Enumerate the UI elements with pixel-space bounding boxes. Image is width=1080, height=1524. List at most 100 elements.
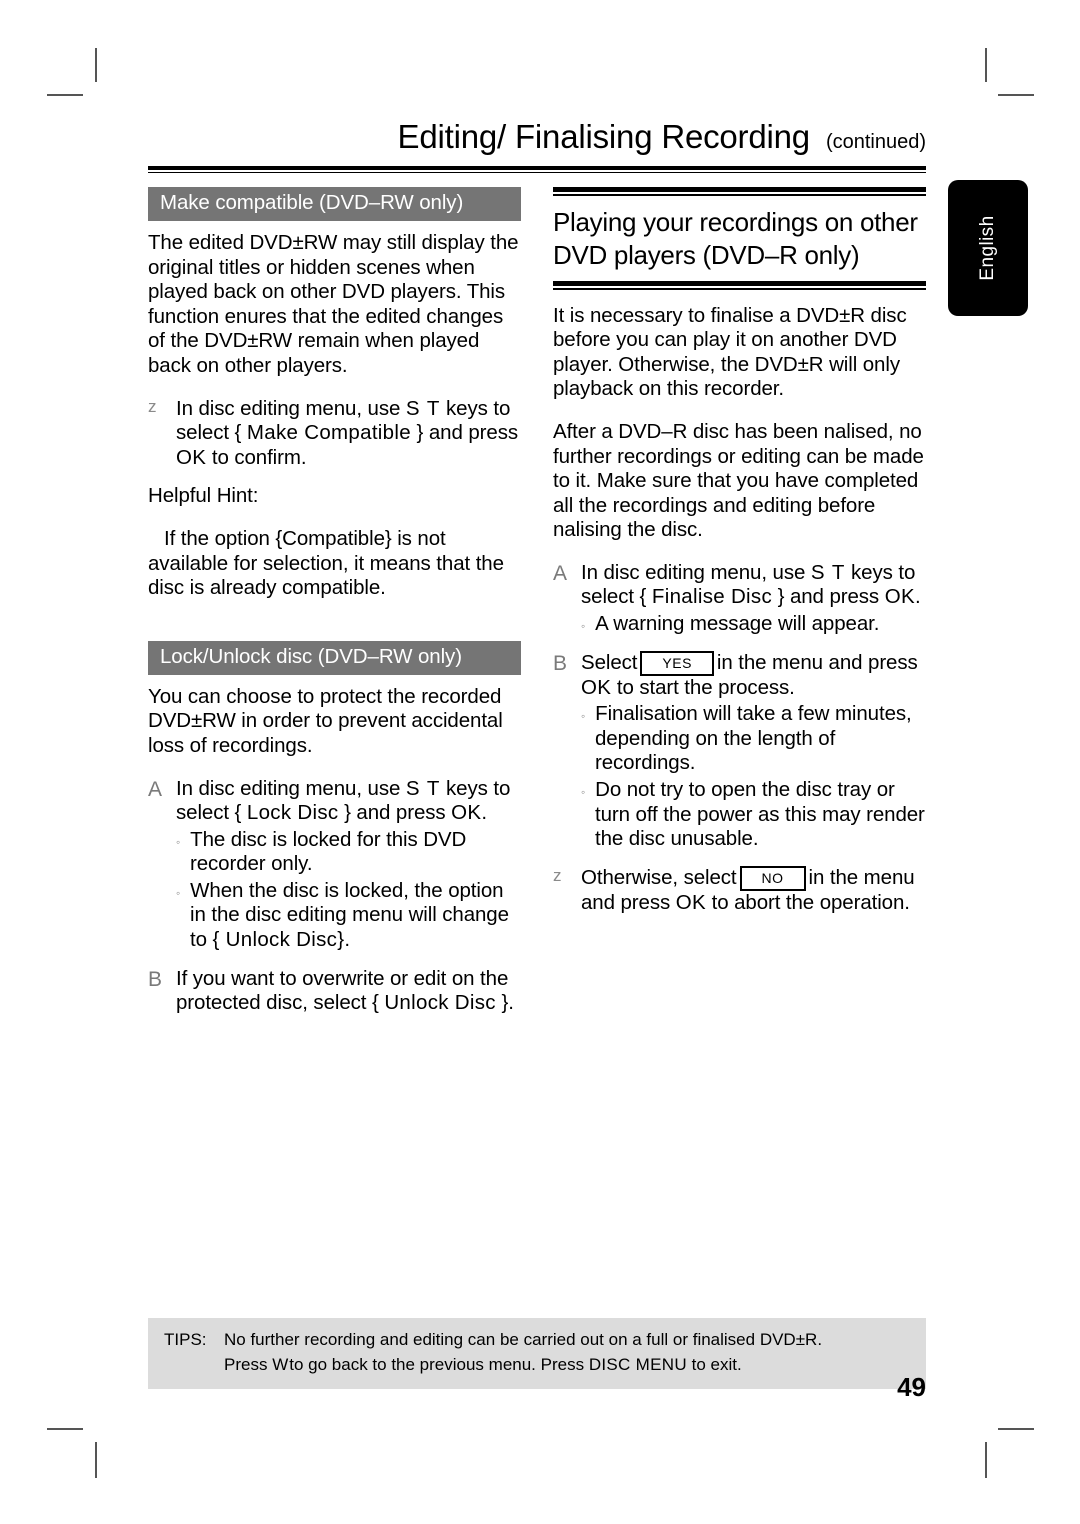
step-text-part-d: to confirm. — [211, 445, 307, 469]
back-key: W — [272, 1354, 290, 1374]
tips-line-2-part-b: to go back to the previous menu. Press — [289, 1354, 585, 1374]
heading-text: Playing your recordings on other DVD pla… — [553, 207, 918, 271]
ok-key: OK — [884, 585, 915, 609]
step-text-part-a: In disc editing menu, use — [581, 560, 806, 584]
step-marker: z — [553, 865, 562, 885]
finalise-step-a: A In disc editing menu, use S T keys to … — [553, 561, 926, 637]
bullet-text: The disc is locked for this DVD recorder… — [190, 827, 467, 876]
helpful-hint-body: If the option {Compatible} is not availa… — [148, 526, 504, 600]
bullet-text: Finalisation will take a few minutes, de… — [595, 702, 912, 775]
helpful-hint-title: Helpful Hint: — [148, 484, 259, 508]
columns-container: Make compatible (DVD–RW only) The edited… — [148, 187, 926, 1030]
step-text-part-b: in the menu and press — [716, 650, 918, 674]
right-column: Playing your recordings on other DVD pla… — [553, 187, 926, 1030]
ok-key: OK — [176, 445, 207, 469]
step-text-part-b: }. — [501, 991, 514, 1015]
crop-mark-bottom-right-horizontal — [998, 1428, 1034, 1430]
step-bullet: ◦ Do not try to open the disc tray or tur… — [581, 778, 926, 852]
lock-unlock-paragraph: You can choose to protect the recorded D… — [148, 684, 503, 757]
bullet-icon: ◦ — [581, 785, 586, 800]
crop-mark-top-right-horizontal — [998, 94, 1034, 96]
step-text: In disc editing menu, use S T keys to se… — [176, 777, 521, 953]
bullet-icon: ◦ — [581, 709, 586, 724]
bullet-icon: ◦ — [176, 885, 181, 900]
crop-mark-bottom-left-vertical — [95, 1442, 97, 1478]
abort-step-z: z Otherwise, select NO in the menu and pre… — [553, 865, 926, 916]
step-marker: B — [148, 967, 163, 991]
ok-key: OK — [581, 675, 612, 699]
step-text: In disc editing menu, use S T keys to se… — [176, 397, 521, 471]
navigation-keys: S T — [810, 560, 846, 584]
heading-rule-top — [553, 187, 926, 196]
step-bullet: ◦ Finalisation will take a few minutes, d… — [581, 702, 926, 776]
bullet-text: Do not try to open the disc tray or turn… — [595, 778, 925, 851]
step-marker: A — [148, 777, 163, 801]
tips-label: TIPS: — [164, 1330, 207, 1349]
left-column: Make compatible (DVD–RW only) The edited… — [148, 187, 521, 1030]
menu-item-lock-disc: Lock Disc — [246, 801, 339, 825]
step-text-part-d: . — [481, 801, 488, 825]
tips-content: No further recording and editing can be … — [224, 1328, 914, 1377]
step-text: Otherwise, select NO in the menu and press… — [581, 865, 926, 916]
tips-line-1: No further recording and editing can be … — [224, 1330, 823, 1349]
crop-mark-top-left-horizontal — [47, 94, 83, 96]
page-title-continued: (continued) — [825, 131, 926, 153]
osd-button-yes[interactable]: YES — [640, 650, 714, 676]
bullet-text: A warning message will appear. — [595, 612, 880, 636]
disc-menu-key: DISC MENU — [588, 1354, 687, 1374]
osd-button-no[interactable]: NO — [739, 865, 806, 891]
step-text-part-a: In disc editing menu, use — [176, 776, 401, 800]
section-heading-make-compatible: Make compatible (DVD–RW only) — [148, 187, 521, 221]
language-tab: English — [948, 180, 1028, 316]
section-heading-playing-recordings: Playing your recordings on other DVD pla… — [553, 187, 926, 290]
unlock-disc-step-b: B If you want to overwrite or edit on th… — [148, 967, 521, 1016]
step-text: In disc editing menu, use S T keys to se… — [581, 561, 926, 637]
finalise-warning-paragraph: After a DVD–R disc has been nalised, no … — [553, 419, 924, 542]
menu-item-finalise-disc: Finalise Disc — [651, 585, 772, 609]
tips-line-2-part-a: Press — [224, 1354, 268, 1374]
tips-box: TIPS: No further recording and editing c… — [148, 1318, 926, 1390]
step-marker: A — [553, 561, 568, 585]
crop-mark-bottom-left-horizontal — [47, 1428, 83, 1430]
page-title: Editing/ Finalising Recording — [397, 118, 811, 155]
step-text: If you want to overwrite or edit on the … — [176, 967, 521, 1016]
finalise-step-b: B Select YES in the menu and press OK to s… — [553, 650, 926, 852]
header-divider — [148, 166, 926, 173]
menu-item-unlock-disc: { Unlock Disc}. — [212, 928, 351, 952]
page-number: 49 — [897, 1372, 926, 1402]
step-text-part-d: . — [914, 585, 921, 609]
step-text-part-c: } and press — [344, 801, 446, 825]
make-compatible-step: z In disc editing menu, use S T keys to … — [148, 397, 521, 471]
navigation-keys: S T — [405, 396, 441, 420]
step-text-part-a: In disc editing menu, use — [176, 396, 401, 420]
crop-mark-top-left-vertical — [95, 48, 97, 82]
step-bullet: ◦ A warning message will appear. — [581, 612, 926, 637]
step-bullet: ◦ When the disc is locked, the option in … — [176, 879, 521, 953]
bullet-icon: ◦ — [581, 619, 586, 634]
language-tab-label: English — [977, 215, 998, 281]
step-text-part-c: to start the process. — [616, 675, 795, 699]
section-heading-lock-unlock: Lock/Unlock disc (DVD–RW only) — [148, 640, 521, 675]
step-text-part-a: Otherwise, select — [581, 865, 737, 889]
ok-key: OK — [451, 801, 482, 825]
menu-item-make-compatible: Make Compatible — [246, 421, 411, 445]
lock-disc-step-a: A In disc editing menu, use S T keys to … — [148, 777, 521, 953]
step-text: Select YES in the menu and press OK to sta… — [581, 650, 926, 852]
step-marker: z — [148, 396, 157, 416]
step-text-part-c: } and press — [777, 585, 880, 609]
navigation-keys: S T — [405, 776, 441, 800]
step-text-part-c: } and press — [416, 421, 519, 445]
page-header: Editing/ Finalising Recording (continued) — [148, 118, 926, 162]
tips-line-2: Press Wto go back to the previous menu. … — [224, 1353, 914, 1378]
step-marker: B — [553, 651, 568, 675]
crop-mark-top-right-vertical — [985, 48, 987, 82]
heading-rule-bottom — [553, 280, 926, 290]
step-text-part-c: to abort the operation. — [711, 890, 910, 914]
step-text-part-a: Select — [581, 650, 638, 674]
page-content: Editing/ Finalising Recording (continued)… — [148, 118, 926, 1030]
ok-key: OK — [675, 890, 706, 914]
make-compatible-paragraph: The edited DVD±RW may still display the … — [148, 231, 519, 377]
tips-line-2-part-c: to exit. — [691, 1354, 742, 1374]
menu-item-unlock-disc: Unlock Disc — [384, 991, 496, 1015]
finalise-intro-paragraph: It is necessary to finalise a DVD±R disc… — [553, 303, 907, 401]
